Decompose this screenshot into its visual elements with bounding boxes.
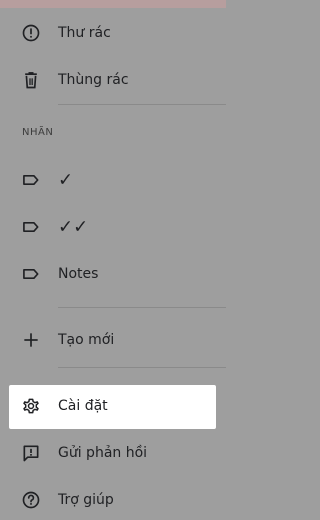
menu-item-trash[interactable]: Thùng rác <box>0 60 226 100</box>
label-icon <box>21 170 41 190</box>
plus-icon <box>21 330 41 350</box>
menu-item-label: Trợ giúp <box>58 492 114 508</box>
spam-icon <box>21 23 41 43</box>
label-item-name: ✓✓ <box>58 216 89 238</box>
trash-icon <box>21 70 41 90</box>
divider <box>58 307 226 308</box>
label-item-name: ✓ <box>58 169 74 191</box>
feedback-icon <box>21 443 41 463</box>
label-item-double-check[interactable]: ✓✓ <box>0 207 226 247</box>
labels-section-title: NHÃN <box>22 127 54 138</box>
create-new-label: Tạo mới <box>58 332 115 348</box>
menu-item-spam[interactable]: Thư rác <box>0 13 226 53</box>
top-bar <box>0 0 226 8</box>
label-item-notes[interactable]: Notes <box>0 254 226 294</box>
menu-item-label: Thư rác <box>58 25 111 41</box>
menu-item-label: Cài đặt <box>58 398 108 414</box>
menu-item-label: Gửi phản hồi <box>58 445 148 461</box>
help-icon <box>21 490 41 510</box>
gear-icon <box>21 396 41 416</box>
label-item-check[interactable]: ✓ <box>0 160 226 200</box>
menu-item-feedback[interactable]: Gửi phản hồi <box>0 433 226 473</box>
menu-item-settings[interactable]: Cài đặt <box>0 386 226 426</box>
menu-item-label: Thùng rác <box>58 72 129 88</box>
divider <box>58 367 226 368</box>
label-icon <box>21 217 41 237</box>
menu-item-help[interactable]: Trợ giúp <box>0 480 226 520</box>
divider <box>58 104 226 105</box>
label-item-name: Notes <box>58 266 99 282</box>
label-icon <box>21 264 41 284</box>
create-new-label-button[interactable]: Tạo mới <box>0 320 226 360</box>
